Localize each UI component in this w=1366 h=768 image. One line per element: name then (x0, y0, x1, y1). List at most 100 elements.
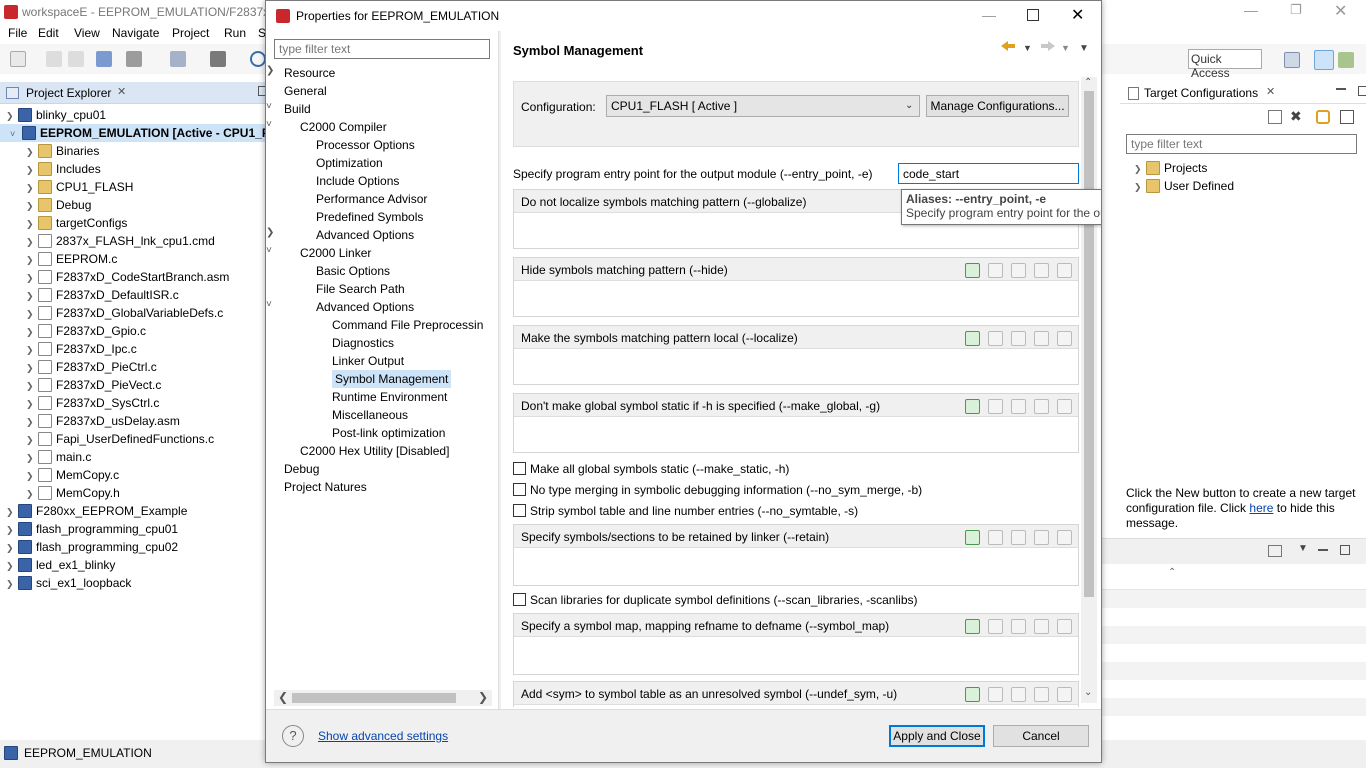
delete-icon[interactable] (988, 530, 1003, 545)
expand-icon[interactable]: ❯ (26, 395, 38, 413)
new-target-config-icon[interactable] (1268, 110, 1282, 124)
project-explorer-tab[interactable]: Project Explorer ✕ (0, 82, 268, 104)
nav-item[interactable]: C2000 Compiler (300, 118, 387, 136)
forward-icon[interactable] (1041, 41, 1055, 51)
close-view-icon[interactable]: ✕ (117, 85, 126, 98)
expand-icon[interactable]: ❯ (26, 449, 38, 467)
collapse-all-icon[interactable] (1340, 110, 1354, 124)
open-perspective-icon[interactable] (1284, 52, 1300, 68)
expand-icon[interactable]: ❯ (26, 467, 38, 485)
menu-navigate[interactable]: Navigate (112, 26, 159, 40)
expand-icon[interactable]: ❯ (26, 269, 38, 287)
nav-item[interactable]: Miscellaneous (332, 406, 408, 424)
add-icon[interactable] (965, 331, 980, 346)
nav-filter-input[interactable]: type filter text (274, 39, 490, 59)
restore-icon[interactable]: ❐ (1290, 2, 1302, 18)
expand-icon[interactable]: ❯ (26, 197, 38, 215)
tree-item[interactable]: ❯ MemCopy.c (26, 466, 119, 484)
nav-item[interactable]: Include Options (316, 172, 399, 190)
configuration-select[interactable]: CPU1_FLASH [ Active ] ⌄ (606, 95, 920, 117)
nav-item[interactable]: File Search Path (316, 280, 405, 298)
tree-item[interactable]: ❯ Includes (26, 160, 101, 178)
expand-icon[interactable]: ❯ (26, 359, 38, 377)
forward-menu-icon[interactable]: ▼ (1061, 43, 1070, 53)
expand-icon[interactable]: ❯ (26, 377, 38, 395)
nav-item[interactable]: Basic Options (316, 262, 390, 280)
tree-item[interactable]: ❯ F2837xD_usDelay.asm (26, 412, 180, 430)
tree-item[interactable]: ❯ MemCopy.h (26, 484, 120, 502)
menu-project[interactable]: Project (172, 26, 209, 40)
expand-icon[interactable]: ❯ (26, 485, 38, 503)
table-row[interactable] (1102, 698, 1366, 716)
tree-item[interactable]: ❯ led_ex1_blinky (6, 556, 115, 574)
nav-item[interactable]: Processor Options (316, 136, 415, 154)
tree-item[interactable]: ❯ F2837xD_GlobalVariableDefs.c (26, 304, 223, 322)
close-view-icon[interactable]: ✕ (1266, 85, 1275, 98)
nav-item[interactable]: General (284, 82, 327, 100)
expand-icon[interactable]: ❯ (6, 107, 18, 125)
expand-icon[interactable]: ❯ (26, 161, 38, 179)
expand-icon[interactable]: ❯ (26, 251, 38, 269)
tree-item[interactable]: ❯ F2837xD_SysCtrl.c (26, 394, 159, 412)
move-down-icon[interactable] (1057, 331, 1072, 346)
nav-item[interactable]: Debug (284, 460, 319, 478)
expand-icon[interactable]: ❯ (26, 287, 38, 305)
expand-icon[interactable]: ❯ (6, 557, 18, 575)
move-up-icon[interactable] (1034, 619, 1049, 634)
expand-icon[interactable]: ❯ (26, 431, 38, 449)
move-up-icon[interactable] (1034, 263, 1049, 278)
scroll-left-icon[interactable]: ❮ (278, 690, 288, 704)
tree-item[interactable]: ❯ F2837xD_Gpio.c (26, 322, 146, 340)
close-icon[interactable]: ✕ (1071, 5, 1084, 25)
help-icon[interactable]: ? (282, 725, 304, 747)
nav-item[interactable]: Optimization (316, 154, 383, 172)
target-config-tab[interactable]: Target Configurations ✕ (1120, 82, 1366, 104)
tree-item[interactable]: ❯ F2837xD_PieVect.c (26, 376, 161, 394)
link-icon[interactable] (1316, 110, 1330, 124)
expand-icon[interactable]: ❯ (26, 413, 38, 431)
tree-item[interactable]: ❯ sci_ex1_loopback (6, 574, 131, 592)
tree-item[interactable]: ❯ Binaries (26, 142, 99, 160)
add-icon[interactable] (965, 263, 980, 278)
maximize-view-icon[interactable] (1358, 86, 1366, 96)
nav-item[interactable]: Build (284, 100, 311, 118)
delete-icon[interactable] (988, 331, 1003, 346)
delete-icon[interactable] (988, 687, 1003, 702)
minimize-view-icon[interactable] (1336, 88, 1346, 90)
nav-item[interactable]: Predefined Symbols (316, 208, 423, 226)
move-down-icon[interactable] (1057, 619, 1072, 634)
edit-icon[interactable] (1011, 619, 1026, 634)
flash-icon[interactable] (170, 51, 186, 67)
checkbox-box[interactable] (513, 593, 526, 606)
move-down-icon[interactable] (1057, 263, 1072, 278)
menu-file[interactable]: File (8, 26, 27, 40)
tree-item[interactable]: ❯ blinky_cpu01 (6, 106, 106, 124)
expand-icon[interactable]: ❯ (26, 143, 38, 161)
expand-icon[interactable]: ❯ (26, 305, 38, 323)
debug-icon[interactable] (126, 51, 142, 67)
option-checkbox[interactable]: Strip symbol table and line number entri… (513, 504, 858, 518)
chevron-down-icon[interactable]: ˅ (266, 245, 272, 256)
nav-item[interactable]: C2000 Linker (300, 244, 371, 262)
edit-icon[interactable] (1011, 263, 1026, 278)
tree-item[interactable]: ❯ F280xx_EEPROM_Example (6, 502, 187, 520)
new-icon[interactable] (10, 51, 26, 67)
tree-item[interactable]: ˅ EEPROM_EMULATION [Active - CPU1_FL (0, 124, 268, 142)
table-row[interactable] (1102, 626, 1366, 644)
scroll-down-icon[interactable]: ⌄ (1084, 687, 1092, 698)
move-up-icon[interactable] (1034, 399, 1049, 414)
horizontal-scrollbar[interactable]: ❮ ❯ (274, 690, 492, 706)
tree-item[interactable]: ❯ main.c (26, 448, 91, 466)
tree-item[interactable]: ❯ EEPROM.c (26, 250, 117, 268)
expand-icon[interactable]: ❯ (6, 521, 18, 539)
expand-icon[interactable]: ❯ (26, 215, 38, 233)
pattern-list[interactable] (514, 704, 1078, 707)
menu-view[interactable]: View (74, 26, 100, 40)
chevron-down-icon[interactable]: ˅ (10, 125, 22, 143)
table-header[interactable]: ⌃ (1102, 566, 1366, 590)
option-checkbox[interactable]: Make all global symbols static (--make_s… (513, 462, 789, 476)
show-advanced-settings-link[interactable]: Show advanced settings (318, 729, 448, 743)
expand-icon[interactable]: ❯ (6, 575, 18, 593)
pattern-list[interactable] (514, 280, 1078, 316)
quick-access-field[interactable]: Quick Access (1188, 49, 1262, 80)
